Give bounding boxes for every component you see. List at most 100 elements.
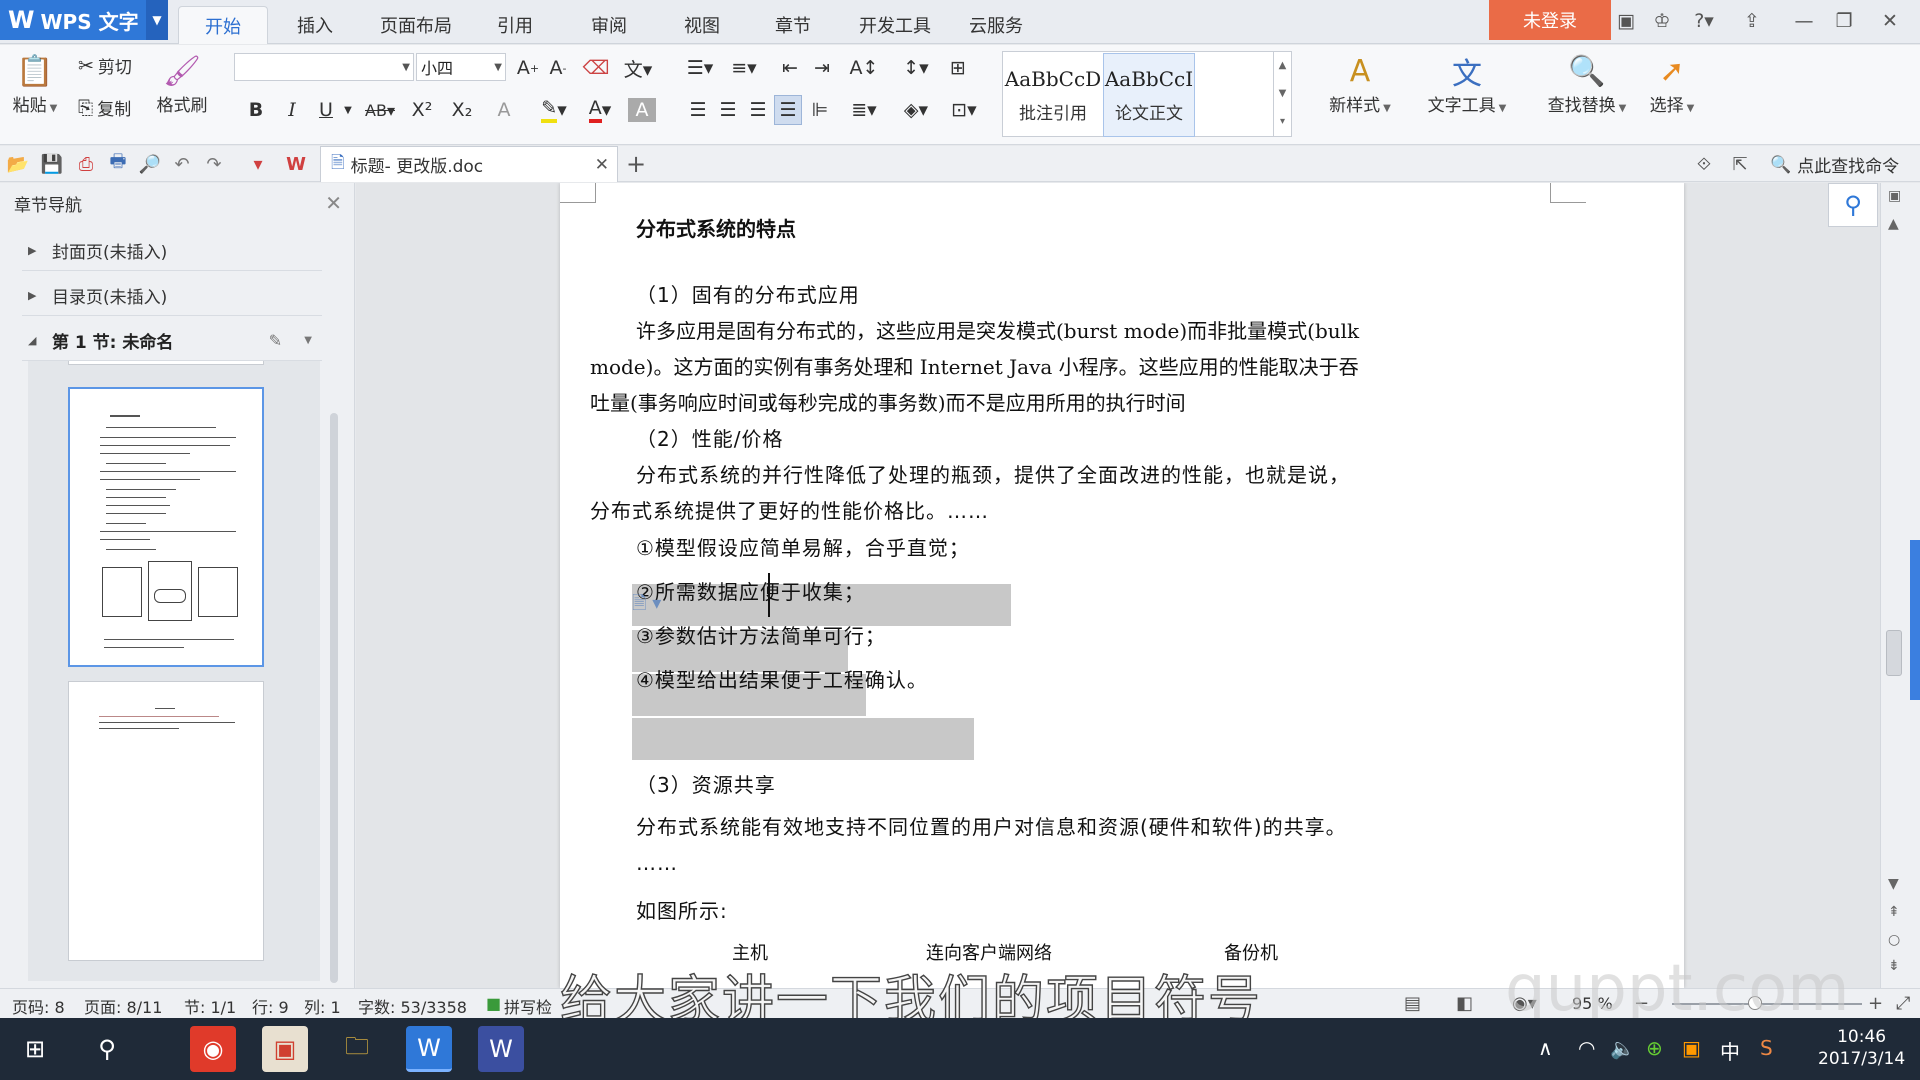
zoom-in-icon[interactable]: + [1868,993,1883,1014]
share-icon[interactable]: ⇱ [1728,152,1752,176]
help-icon[interactable]: ?▾ [1684,6,1724,36]
align-right-icon[interactable]: ☰ [744,95,772,125]
tab-references[interactable]: 引用 [480,6,550,44]
justify-icon[interactable]: ☰ [774,95,802,125]
text-direction-icon[interactable]: A↕ [844,53,884,83]
phonetic-guide-icon[interactable]: 文▾ [618,53,658,83]
text-effect-icon[interactable]: A [490,95,518,125]
tab-start[interactable]: 开始 [178,6,268,44]
search-icon[interactable]: ⚲ [84,1026,130,1072]
system-clock[interactable]: 10:46 2017/3/14 [1818,1026,1905,1070]
side-panel-toggle[interactable] [1910,540,1920,700]
font-color-icon[interactable]: A ▾ [580,95,620,125]
copy-button[interactable]: ⎘ 复制 [78,95,131,121]
tab-page-layout[interactable]: 页面布局 [366,6,466,44]
highlight-icon[interactable]: ✎ ▾ [534,95,574,125]
cut-button[interactable]: ✂ 剪切 [78,53,132,79]
style-annotation-ref[interactable]: AaBbCcD 批注引用 [1005,53,1101,137]
login-button[interactable]: 未登录 [1489,0,1611,40]
underline-button[interactable]: U [314,95,338,125]
paragraph-marker-icon[interactable]: 🗎 ▾ [632,591,661,621]
open-folder-icon[interactable]: 📂 [6,152,30,176]
scroll-up-icon[interactable]: ▲ [1888,216,1899,232]
tab-review[interactable]: 审阅 [572,6,646,44]
undo-icon[interactable]: ↶ [170,152,194,176]
clear-format-icon[interactable]: ⌫ [582,53,610,83]
chevron-down-icon[interactable]: ▼ [304,335,312,346]
ime-indicator[interactable]: 中 [1720,1036,1740,1065]
subscript-icon[interactable]: X₂ [448,95,476,125]
document-page[interactable]: 分布式系统的特点 （1）固有的分布式应用 许多应用是固有分布式的，这些应用是突发… [560,183,1684,988]
tab-cloud[interactable]: 云服务 [956,6,1036,44]
bullet-list-icon[interactable]: ☰▾ [680,53,720,83]
line-spacing-icon[interactable]: ≣▾ [844,95,884,125]
close-icon[interactable]: ✕ [1876,6,1904,36]
app-slides-icon[interactable]: ▣ [262,1026,308,1072]
bold-button[interactable]: B [244,95,268,125]
tab-developer[interactable]: 开发工具 [848,6,942,44]
select-button[interactable]: ➚ 选择 ▼ [1640,51,1704,117]
tab-chapter[interactable]: 章节 [756,6,830,44]
style-scroll[interactable]: ▲ ▼ ▾ [1273,52,1291,136]
network-icon[interactable]: ◠ [1578,1036,1595,1060]
style-thesis-body[interactable]: AaBbCcI 论文正文 [1103,53,1195,137]
save-icon[interactable]: 💾 [40,152,64,176]
font-name-select[interactable]: ▼ [234,53,414,81]
vertical-scrollbar-thumb[interactable] [1886,630,1902,676]
numbered-list-icon[interactable]: ≡▾ [724,53,764,83]
decrease-indent-icon[interactable]: ⇤ [776,53,804,83]
list-item[interactable]: ④模型给出结果便于工程确认。 [636,664,928,693]
redo-icon[interactable]: ↷ [202,152,226,176]
skin-icon[interactable]: ▣ [1612,6,1640,36]
tray-expand-icon[interactable]: ∧ [1538,1036,1553,1060]
close-icon[interactable]: ✕ [325,191,342,215]
increase-indent-icon[interactable]: ⇥ [808,53,836,83]
list-item[interactable]: ①模型假设应简单易解，合乎直觉； [636,532,970,561]
italic-button[interactable]: I [280,95,304,125]
border-icon[interactable]: ⊡▾ [944,95,984,125]
wps-logo-menu[interactable]: W WPS 文字 ▼ [0,0,168,40]
page-view-icon[interactable]: ▤ [1404,993,1421,1014]
wps-writer-taskbar-icon[interactable]: W [406,1026,452,1072]
page-thumbnail[interactable] [68,361,264,365]
new-style-button[interactable]: A 新样式 ▼ [1320,51,1400,117]
app-word-icon[interactable]: W [478,1026,524,1072]
document-tab[interactable]: 🗎 标题- 更改版.doc ✕ [320,146,618,182]
list-item[interactable]: ③参数估计方法简单可行； [636,620,886,649]
minimize-icon[interactable]: — [1790,6,1818,36]
restore-icon[interactable]: ❐ [1830,6,1858,36]
nav-item-section-1[interactable]: ◢ 第 1 节: 未命名 ✎ ▼ [22,321,322,361]
align-left-icon[interactable]: ☰ [684,95,712,125]
export-pdf-icon[interactable]: ⎙ [74,152,98,176]
print-icon[interactable]: 🖶 [106,151,130,176]
char-shading-icon[interactable]: A [628,98,656,122]
close-tab-icon[interactable]: ✕ [595,155,609,175]
text-tools-button[interactable]: 文 文字工具 ▼ [1420,51,1514,116]
status-word-count[interactable]: 字数: 53/3358 [358,994,467,1018]
superscript-icon[interactable]: X² [408,95,436,125]
edit-icon[interactable]: ✎ [269,331,282,350]
format-painter-button[interactable]: 🖌 格式刷 [152,51,212,117]
font-size-select[interactable]: 小四 ▼ [416,53,506,81]
nav-item-toc[interactable]: ▶ 目录页(未插入) [22,276,322,316]
file-explorer-icon[interactable]: 🗀 [334,1026,380,1072]
prev-page-icon[interactable]: ⇞ [1888,904,1900,920]
spellcheck-icon[interactable]: ■ [486,994,501,1013]
collapse-ribbon-icon[interactable]: ⇪ [1738,6,1766,36]
command-search[interactable]: 🔍 点此查找命令 [1770,152,1899,178]
paste-button[interactable]: 📋 粘贴 ▼ [12,51,58,117]
collapse-icon[interactable]: ◢ [22,334,52,347]
scroll-down-icon[interactable]: ▼ [1888,876,1899,892]
windows-start-icon[interactable]: ⊞ [12,1026,58,1072]
strikethrough-icon[interactable]: AB▾ [360,95,400,125]
page-thumbnail[interactable] [68,681,264,961]
table-grid-icon[interactable]: ⊞ [944,53,972,83]
nav-scrollbar[interactable] [330,413,338,983]
page-thumbnail-current[interactable] [68,387,264,667]
align-center-icon[interactable]: ☰ [714,95,742,125]
tab-view[interactable]: 视图 [665,6,739,44]
tab-insert[interactable]: 插入 [278,6,352,44]
next-page-icon[interactable]: ⇟ [1888,958,1900,974]
location-pin-icon[interactable]: ⚲ [1828,183,1878,227]
wps-w-icon[interactable]: W [284,152,308,176]
